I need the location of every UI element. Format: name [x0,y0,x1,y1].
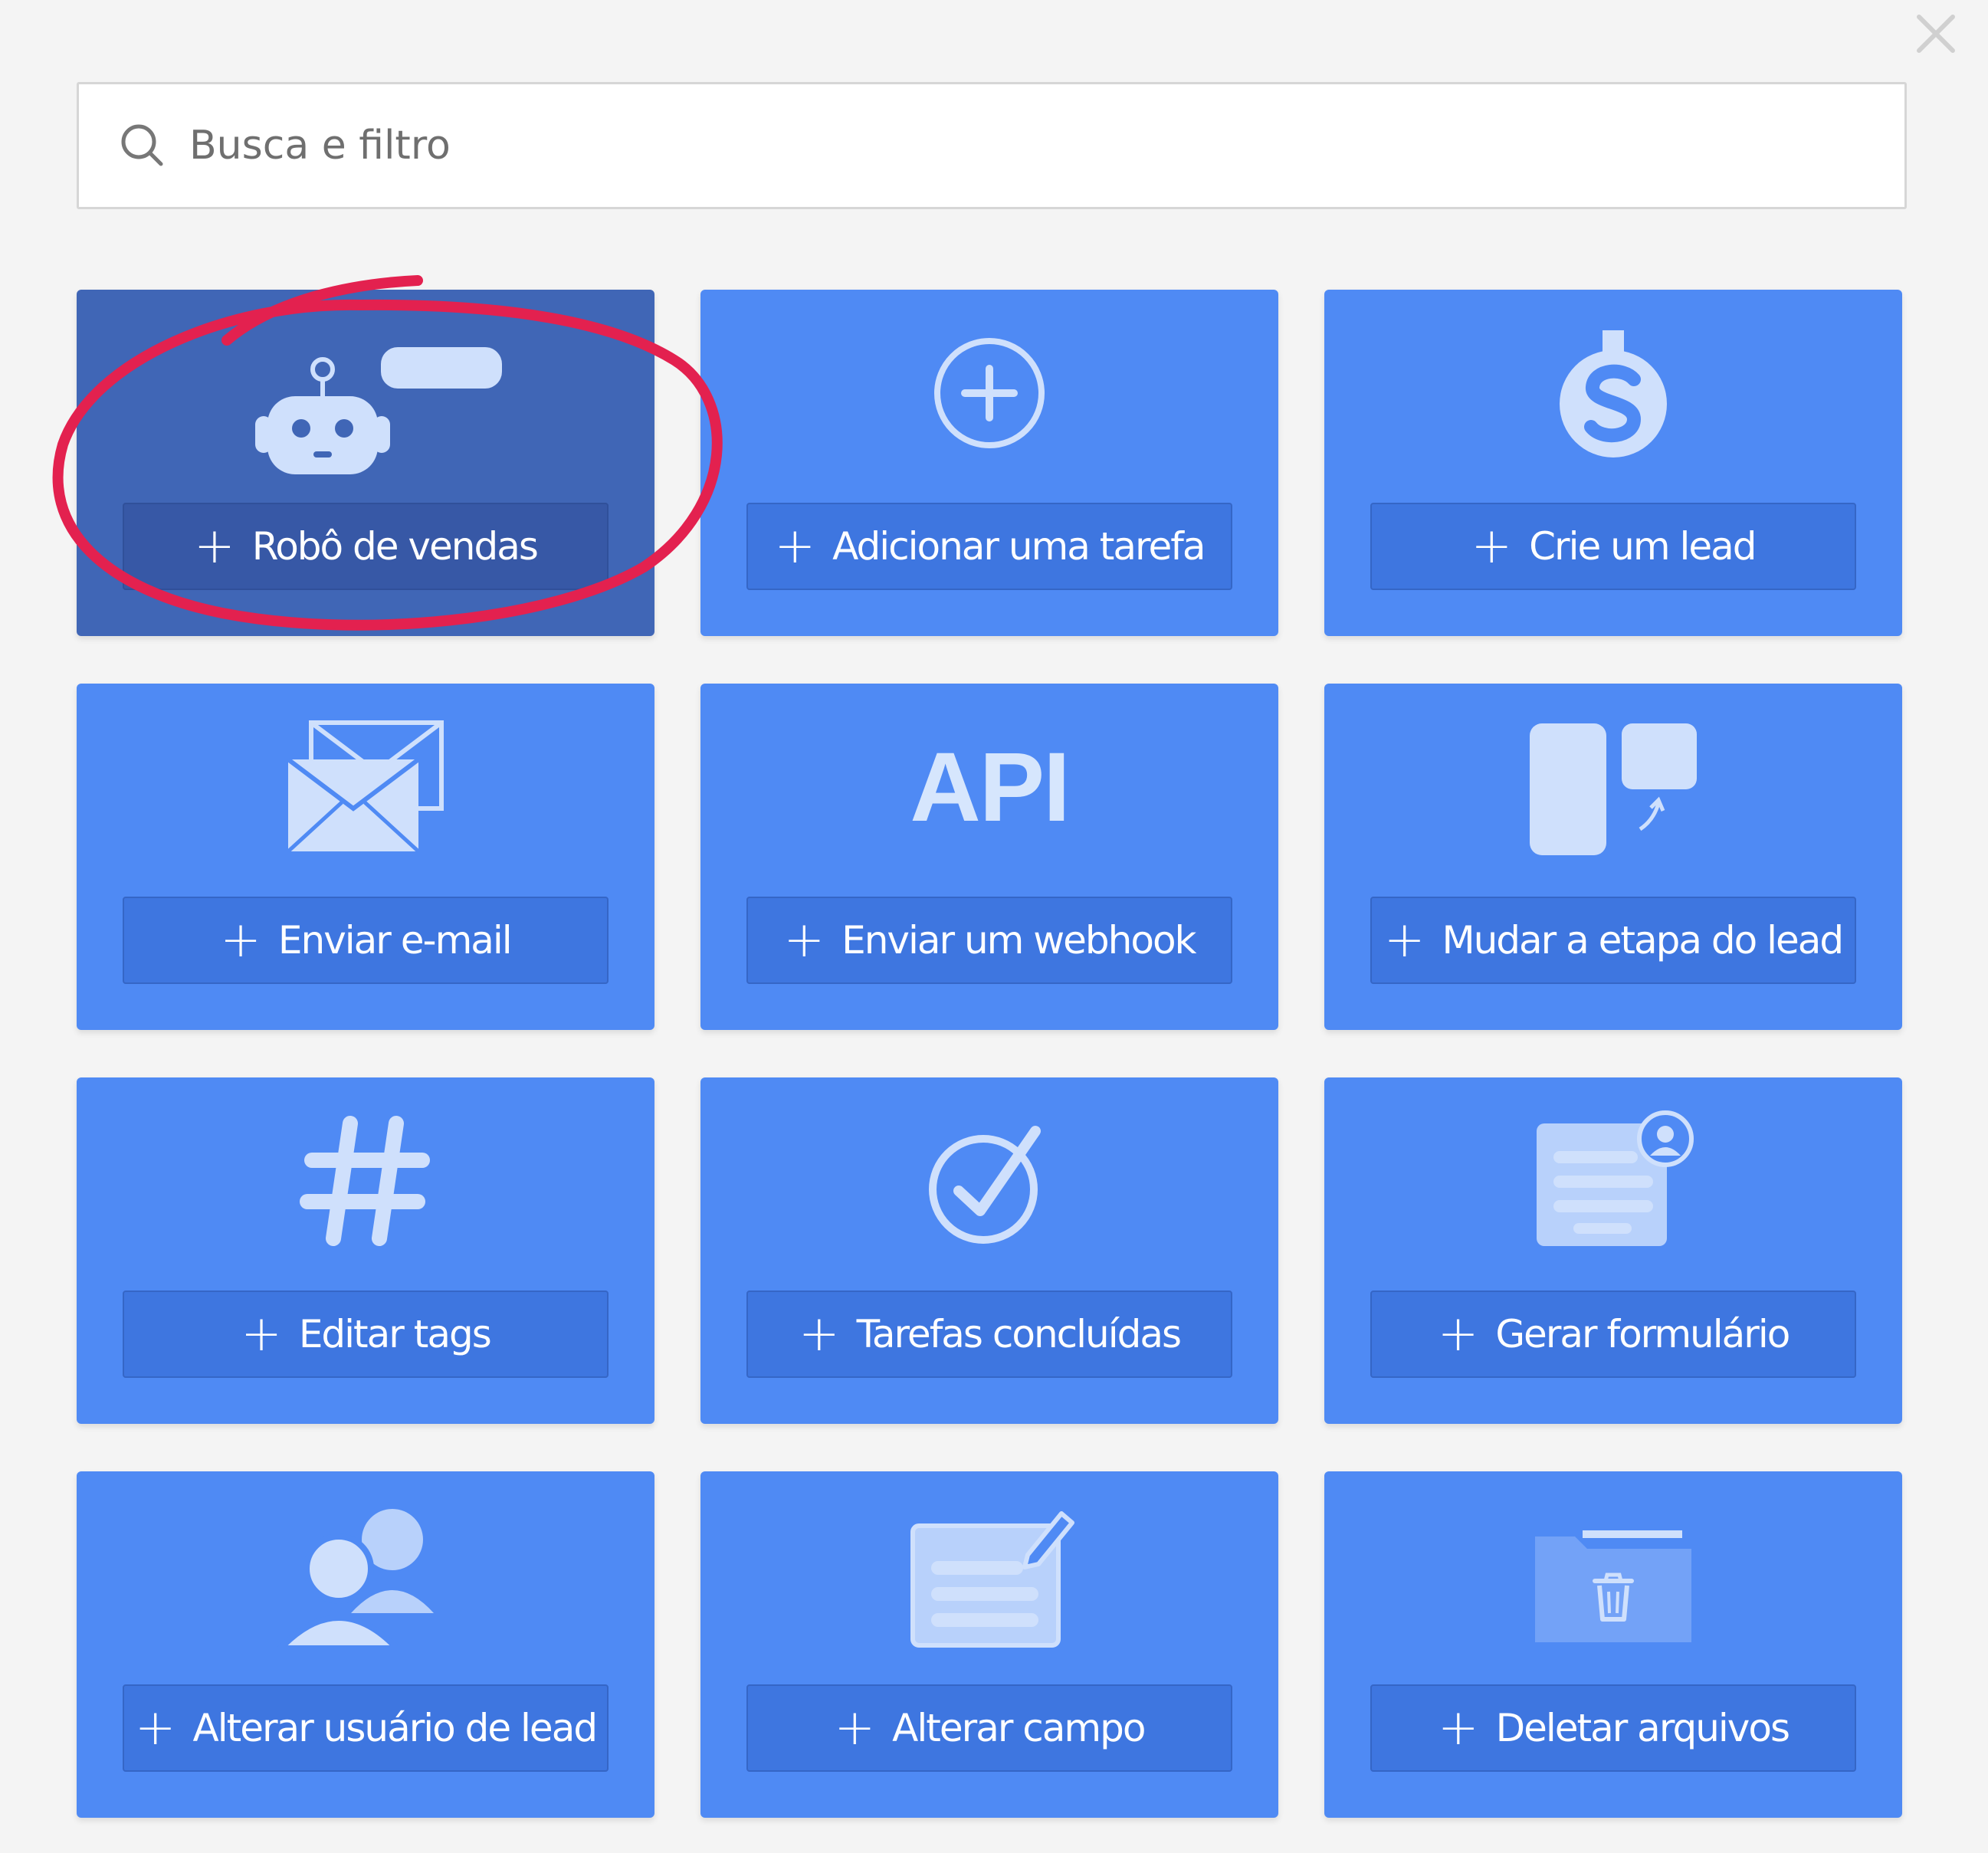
enviar-email-button[interactable]: + Enviar e-mail [123,897,609,984]
tile-tarefas-concluidas[interactable]: + Tarefas concluídas [700,1077,1278,1424]
plus-icon: + [1471,518,1513,575]
plus-icon: + [1383,912,1425,969]
tile-label: Enviar um webhook [841,918,1196,963]
envelope-icon [287,720,444,853]
enviar-webhook-button[interactable]: + Enviar um webhook [746,897,1232,984]
plus-circle-icon [934,338,1045,448]
plus-icon: + [1437,1700,1479,1756]
plus-icon: + [241,1306,282,1363]
tile-label: Alterar campo [892,1706,1146,1750]
robo-de-vendas-button[interactable]: + Robô de vendas [123,503,609,590]
dollar-icon [1560,330,1667,458]
tile-label: Gerar formulário [1495,1312,1790,1356]
tile-enviar-webhook[interactable]: API + Enviar um webhook [700,684,1278,1030]
search-input[interactable] [188,84,1904,208]
stage-change-icon [1530,723,1697,855]
edit-field-icon [910,1511,1074,1648]
tile-label: Crie um lead [1529,524,1757,569]
tile-label: Tarefas concluídas [856,1312,1182,1356]
search-icon [121,124,163,166]
alterar-usuario-button[interactable]: + Alterar usuário de lead [123,1684,609,1772]
delete-folder-icon [1535,1530,1691,1642]
tile-deletar-arquivos[interactable]: + Deletar arquivos [1324,1471,1902,1818]
tile-label: Robô de vendas [251,524,539,569]
gerar-formulario-button[interactable]: + Gerar formulário [1370,1291,1856,1378]
form-icon [1537,1110,1694,1246]
hashtag-icon [300,1116,430,1246]
tile-gerar-formulario[interactable]: + Gerar formulário [1324,1077,1902,1424]
tile-label: Adicionar uma tarefa [832,524,1206,569]
plus-icon: + [783,912,825,969]
close-icon [1917,15,1955,53]
api-icon: API [910,732,1070,842]
close-button[interactable] [1913,11,1959,57]
plus-icon: + [220,912,261,969]
tile-label: Mudar a etapa do lead [1442,918,1844,963]
editar-tags-button[interactable]: + Editar tags [123,1291,609,1378]
tile-mudar-etapa[interactable]: + Mudar a etapa do lead [1324,684,1902,1030]
tile-adicionar-tarefa[interactable]: + Adicionar uma tarefa [700,290,1278,636]
tile-crie-um-lead[interactable]: + Crie um lead [1324,290,1902,636]
tile-alterar-campo[interactable]: + Alterar campo [700,1471,1278,1818]
plus-icon: + [1437,1306,1479,1363]
tile-label: Editar tags [298,1312,492,1356]
plus-icon: + [798,1306,840,1363]
search-box[interactable] [77,82,1907,209]
robot-icon [255,347,502,474]
tile-editar-tags[interactable]: + Editar tags [77,1077,654,1424]
tile-robo-de-vendas[interactable]: + Robô de vendas [77,290,654,636]
adicionar-tarefa-button[interactable]: + Adicionar uma tarefa [746,503,1232,590]
tile-label: Deletar arquivos [1495,1706,1790,1750]
mudar-etapa-button[interactable]: + Mudar a etapa do lead [1370,897,1856,984]
tile-alterar-usuario[interactable]: + Alterar usuário de lead [77,1471,654,1818]
deletar-arquivos-button[interactable]: + Deletar arquivos [1370,1684,1856,1772]
tile-label: Alterar usuário de lead [192,1706,599,1750]
plus-icon: + [194,518,235,575]
tarefas-concluidas-button[interactable]: + Tarefas concluídas [746,1291,1232,1378]
crie-um-lead-button[interactable]: + Crie um lead [1370,503,1856,590]
check-circle-icon [929,1126,1041,1244]
plus-icon: + [834,1700,876,1756]
tile-enviar-email[interactable]: + Enviar e-mail [77,684,654,1030]
plus-icon: + [774,518,816,575]
tile-label: Enviar e-mail [277,918,513,963]
plus-icon: + [134,1700,176,1756]
alterar-campo-button[interactable]: + Alterar campo [746,1684,1232,1772]
users-icon [277,1509,434,1651]
